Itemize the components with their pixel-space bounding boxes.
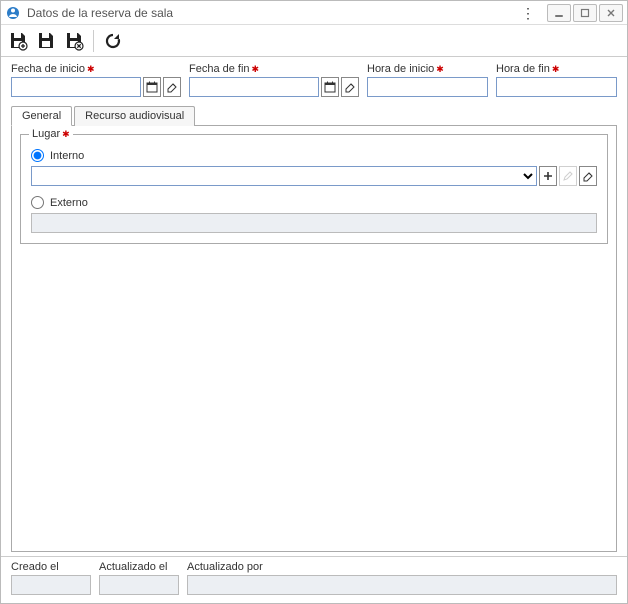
clear-icon[interactable] <box>341 77 359 97</box>
lugar-externo-input <box>31 213 597 233</box>
fecha-fin-field: Fecha de fin✱ <box>189 63 359 97</box>
creado-el-field: Creado el <box>11 561 91 595</box>
app-icon <box>5 5 21 21</box>
creado-el-label: Creado el <box>11 561 91 573</box>
lugar-interno-select[interactable] <box>31 166 537 186</box>
date-row: Fecha de inicio✱ Fecha de fin✱ <box>11 63 617 97</box>
toolbar <box>1 25 627 57</box>
minimize-button[interactable] <box>547 4 571 22</box>
fecha-inicio-label: Fecha de inicio✱ <box>11 63 181 75</box>
hora-inicio-field: Hora de inicio✱ <box>367 63 488 97</box>
save-new-button[interactable] <box>7 30 29 52</box>
required-icon: ✱ <box>87 64 95 74</box>
app-window: Datos de la reserva de sala ⋮ <box>0 0 628 604</box>
hora-fin-field: Hora de fin✱ <box>496 63 617 97</box>
fecha-fin-input[interactable] <box>189 77 319 97</box>
required-icon: ✱ <box>62 129 70 139</box>
hora-fin-input[interactable] <box>496 77 617 97</box>
required-icon: ✱ <box>552 64 560 74</box>
lugar-fieldset: Lugar✱ Interno <box>20 134 608 244</box>
actualizado-por-field: Actualizado por <box>187 561 617 595</box>
tab-panel-general: Lugar✱ Interno <box>11 126 617 552</box>
required-icon: ✱ <box>252 64 260 74</box>
tab-general[interactable]: General <box>11 106 72 126</box>
radio-interno-label: Interno <box>50 150 84 162</box>
toolbar-divider <box>93 30 94 52</box>
hora-inicio-label: Hora de inicio✱ <box>367 63 488 75</box>
creado-el-value <box>11 575 91 595</box>
fecha-fin-label: Fecha de fin✱ <box>189 63 359 75</box>
radio-interno[interactable] <box>31 149 44 162</box>
fecha-inicio-field: Fecha de inicio✱ <box>11 63 181 97</box>
tab-bar: General Recurso audiovisual <box>11 105 617 126</box>
actualizado-por-label: Actualizado por <box>187 561 617 573</box>
clear-icon[interactable] <box>163 77 181 97</box>
radio-externo[interactable] <box>31 196 44 209</box>
calendar-icon[interactable] <box>143 77 161 97</box>
fecha-inicio-input[interactable] <box>11 77 141 97</box>
close-button[interactable] <box>599 4 623 22</box>
kebab-menu-icon[interactable]: ⋮ <box>511 6 545 20</box>
refresh-button[interactable] <box>102 30 124 52</box>
hora-inicio-input[interactable] <box>367 77 488 97</box>
clear-icon[interactable] <box>579 166 597 186</box>
save-delete-button[interactable] <box>63 30 85 52</box>
actualizado-el-field: Actualizado el <box>99 561 179 595</box>
actualizado-por-value <box>187 575 617 595</box>
save-button[interactable] <box>35 30 57 52</box>
calendar-icon[interactable] <box>321 77 339 97</box>
add-icon[interactable] <box>539 166 557 186</box>
actualizado-el-value <box>99 575 179 595</box>
content-area: Fecha de inicio✱ Fecha de fin✱ <box>1 57 627 556</box>
lugar-legend: Lugar✱ <box>29 128 73 140</box>
actualizado-el-label: Actualizado el <box>99 561 179 573</box>
titlebar: Datos de la reserva de sala ⋮ <box>1 1 627 25</box>
hora-fin-label: Hora de fin✱ <box>496 63 617 75</box>
footer: Creado el Actualizado el Actualizado por <box>1 556 627 603</box>
required-icon: ✱ <box>436 64 444 74</box>
tab-recurso-audiovisual[interactable]: Recurso audiovisual <box>74 106 195 126</box>
radio-externo-label: Externo <box>50 197 88 209</box>
window-title: Datos de la reserva de sala <box>27 6 511 20</box>
edit-icon <box>559 166 577 186</box>
maximize-button[interactable] <box>573 4 597 22</box>
